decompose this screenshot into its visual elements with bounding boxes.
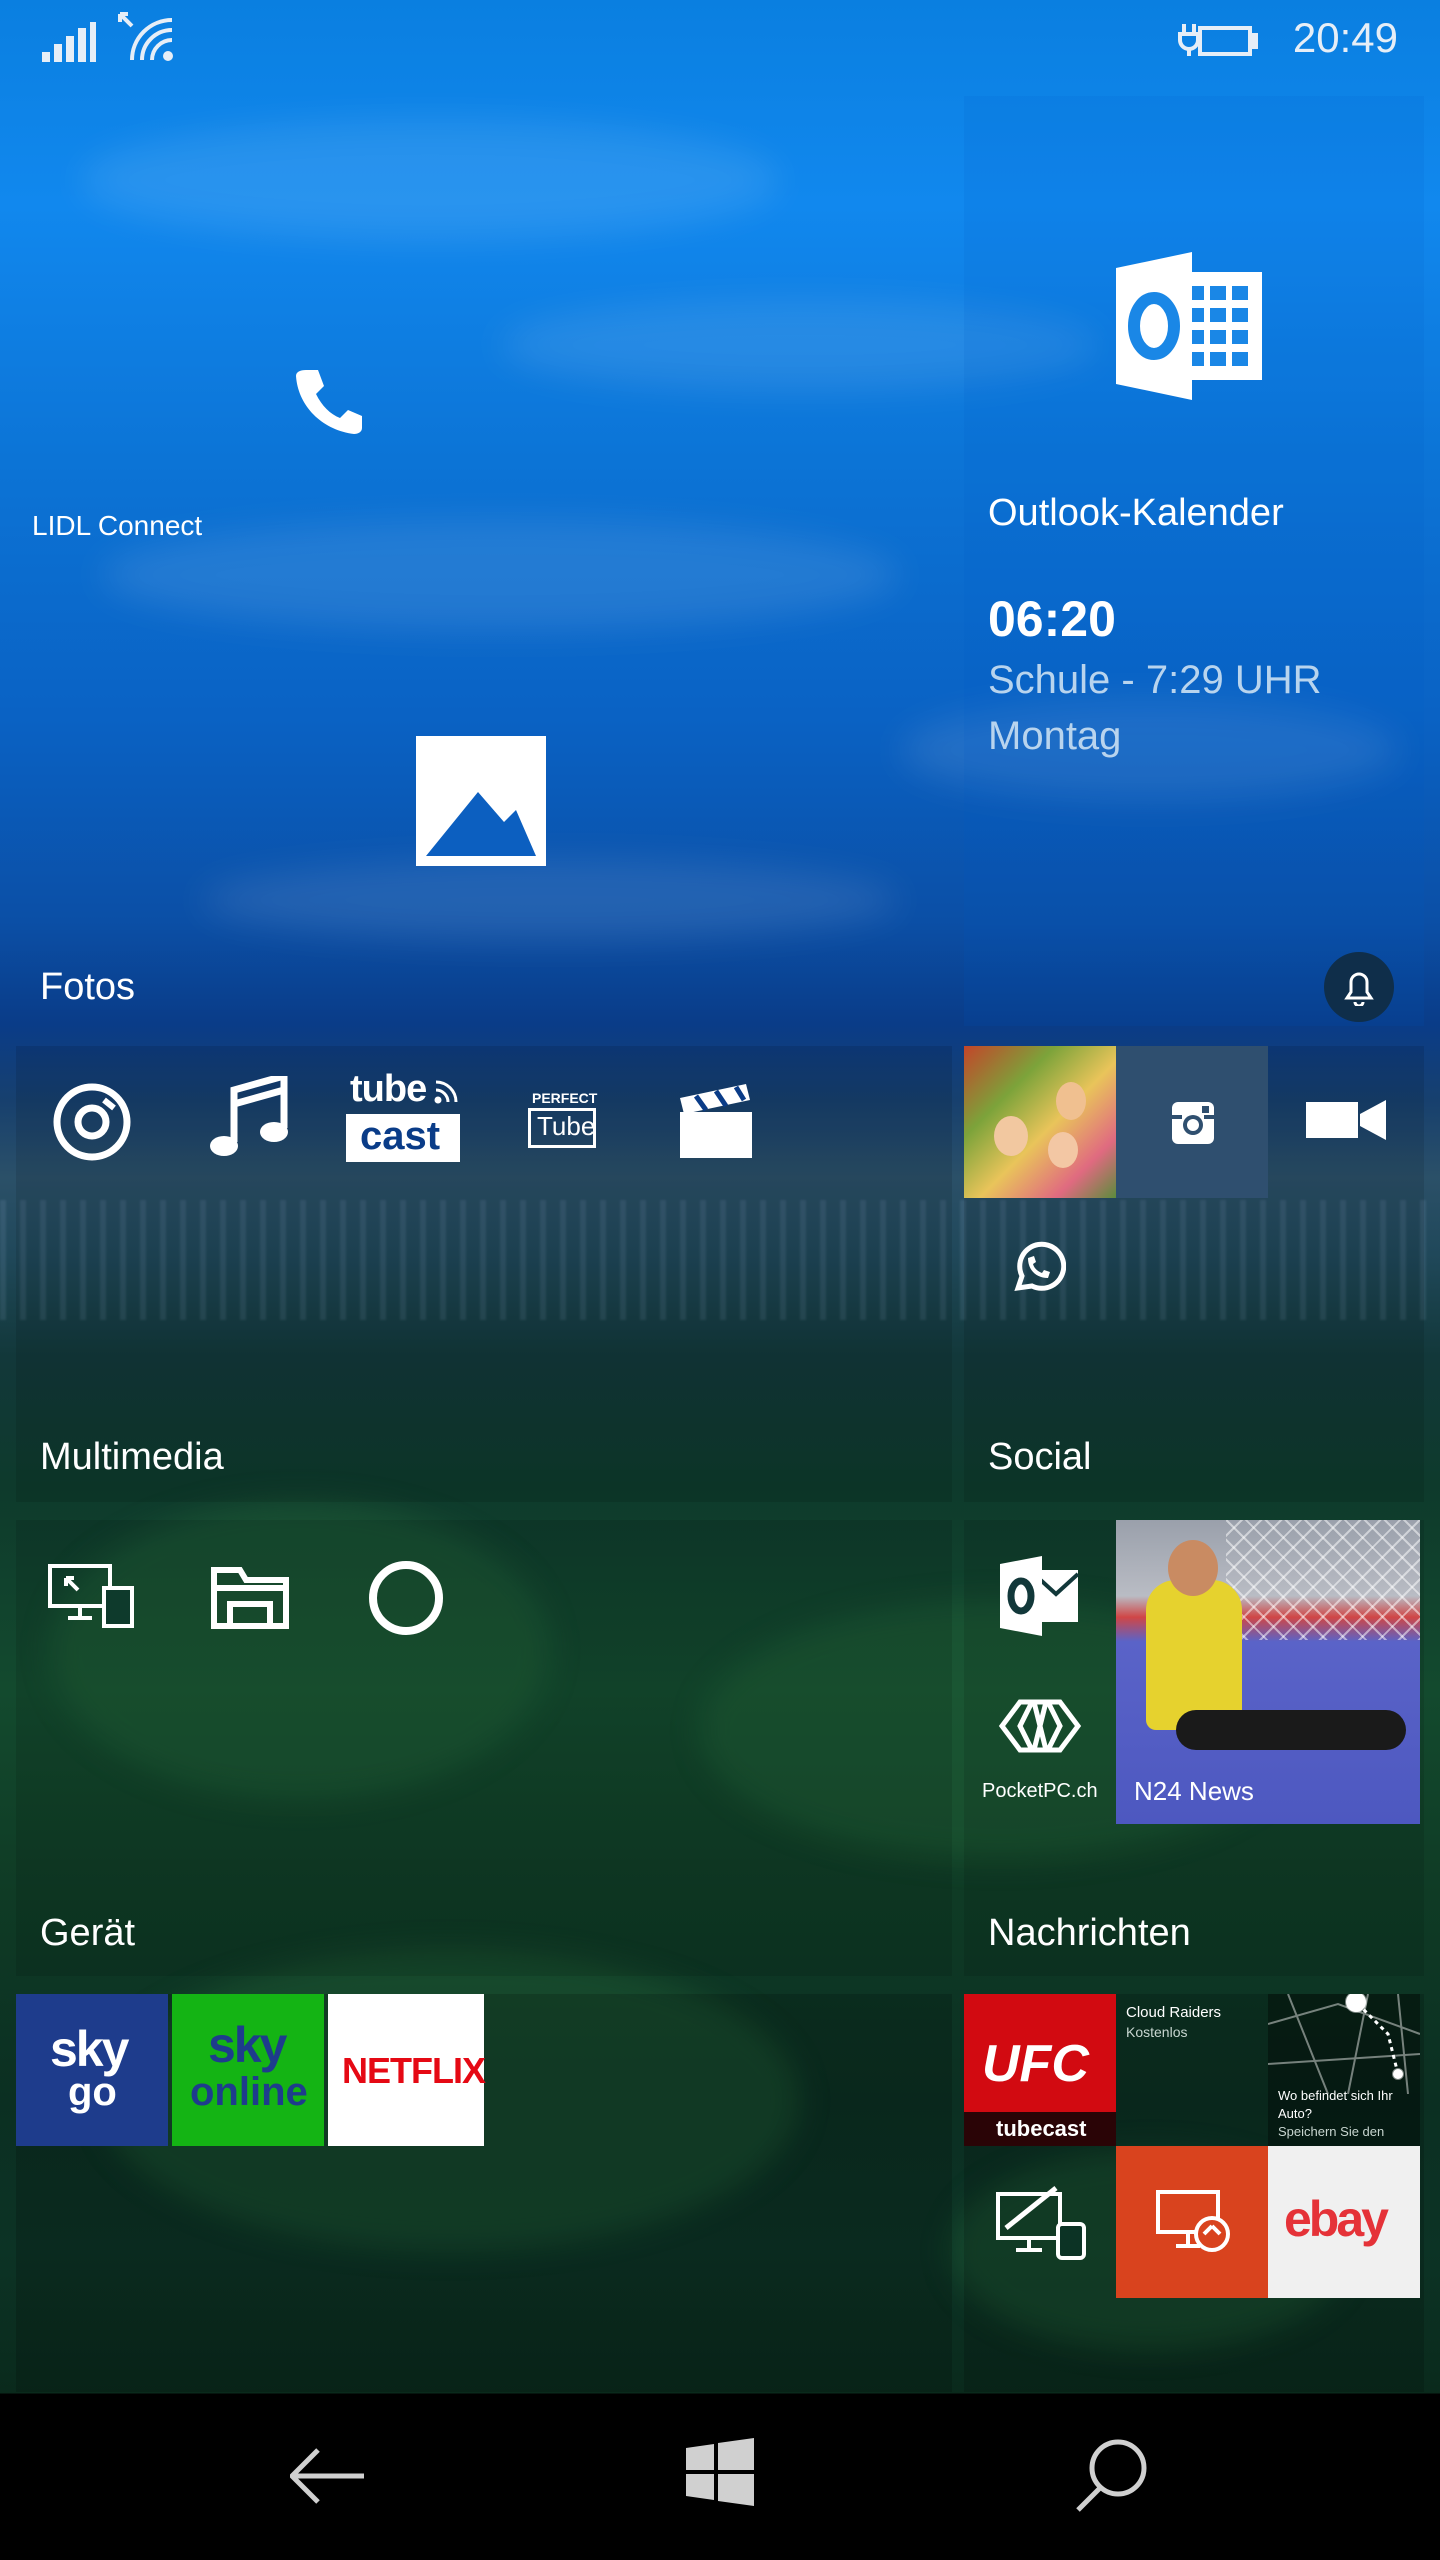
video-camera-icon	[1306, 1098, 1386, 1142]
outlook-logo-icon	[1116, 252, 1268, 400]
geraet-group: Gerät	[16, 1520, 952, 1976]
ufc-tubecast-label: tubecast	[996, 2116, 1087, 2141]
lidl-connect-tile[interactable]: LIDL Connect	[16, 96, 952, 556]
cloud-raiders-tile[interactable]: Cloud Raiders Kostenlos	[1116, 1994, 1268, 2146]
n24-news-tile[interactable]: N24 News	[1116, 1520, 1420, 1824]
sky-go-tile[interactable]: sky go	[16, 1994, 168, 2146]
search-icon[interactable]	[1074, 2438, 1148, 2514]
social-label: Social	[988, 1436, 1092, 1478]
sky-online-line1: sky	[208, 2017, 287, 2073]
perfect-tube-tile[interactable]: PERFECT Tube	[484, 1046, 636, 1198]
cortana-tile[interactable]	[328, 1520, 480, 1672]
groove-disc-icon	[52, 1082, 132, 1162]
groove-music-tile[interactable]	[16, 1046, 168, 1198]
outlook-calendar-label: Outlook-Kalender	[988, 492, 1284, 534]
outlook-mail-icon	[1000, 1556, 1080, 1636]
map-roads-icon	[1268, 1994, 1420, 2094]
photo-face-2	[1056, 1082, 1086, 1120]
tubecast-tile[interactable]: tube cast	[328, 1046, 480, 1198]
netflix-tile[interactable]: NETFLIX	[328, 1994, 486, 2146]
perfect-tube-line1: PERFECT	[532, 1090, 598, 1106]
cloud-raiders-title: Cloud Raiders	[1126, 2004, 1222, 2021]
ufc-logo: UFC	[982, 2035, 1089, 2093]
sky-online-line2: online	[190, 2070, 308, 2114]
sky-online-tile[interactable]: sky online	[172, 1994, 324, 2146]
devices-icon	[48, 1564, 136, 1628]
remote-desktop-icon	[1156, 2190, 1232, 2254]
pocketpc-logo-icon	[998, 1696, 1082, 1756]
pocketpc-tile[interactable]: PocketPC.ch	[964, 1672, 1116, 1824]
wireless-display-tile[interactable]	[964, 2146, 1116, 2298]
video-call-tile[interactable]	[1268, 1046, 1420, 1198]
pocketpc-label: PocketPC.ch	[982, 1780, 1098, 1802]
continuum-tile[interactable]	[16, 1520, 168, 1672]
tubecast-line1: tube	[350, 1068, 427, 1110]
fotos-label: Fotos	[40, 966, 136, 1008]
folder-icon	[210, 1562, 290, 1630]
signal-strength-icon	[42, 22, 96, 62]
navigation-bar	[0, 2394, 1440, 2560]
ebay-label: ebay	[1284, 2191, 1389, 2247]
facebook-photo-tile[interactable]	[964, 1046, 1116, 1198]
nachrichten-group: PocketPC.ch N24 News Nachrichten	[964, 1520, 1424, 1976]
goal-net	[1226, 1520, 1420, 1640]
wifi-icon	[116, 10, 176, 62]
instagram-tile[interactable]	[1116, 1046, 1268, 1198]
maps-line2: Auto?	[1278, 2106, 1312, 2121]
rss-icon	[434, 1080, 458, 1104]
battery-charging-icon	[1178, 18, 1258, 62]
fotos-tile[interactable]: Fotos	[16, 560, 952, 1026]
maps-line3: Speichern Sie den	[1278, 2124, 1385, 2139]
geraet-label: Gerät	[40, 1912, 136, 1954]
file-explorer-tile[interactable]	[172, 1520, 324, 1672]
social-group: Social	[964, 1046, 1424, 1502]
whatsapp-icon	[1010, 1240, 1066, 1296]
perfect-tube-line2: Tube	[537, 1111, 596, 1141]
remote-desktop-tile[interactable]	[1116, 2146, 1268, 2298]
music-note-icon	[208, 1076, 288, 1162]
clapperboard-icon	[680, 1084, 752, 1158]
sky-go-line2: go	[68, 2070, 117, 2114]
ufc-tubecast-tile[interactable]: UFC tubecast	[964, 1994, 1116, 2146]
multimedia-label: Multimedia	[40, 1436, 224, 1478]
calendar-event-title: Schule - 7:29 UHR	[988, 658, 1322, 702]
outlook-mail-tile[interactable]	[964, 1520, 1116, 1672]
movies-tv-tile[interactable]	[640, 1046, 792, 1198]
instagram-camera-icon	[1172, 1102, 1214, 1144]
whatsapp-tile[interactable]	[964, 1198, 1116, 1350]
back-arrow-icon[interactable]	[290, 2446, 366, 2506]
calendar-event-time: 06:20	[988, 591, 1116, 647]
status-bar: 20:49	[0, 0, 1440, 80]
calendar-event-day: Montag	[988, 714, 1122, 758]
windows-start-icon[interactable]	[686, 2438, 754, 2506]
tubecast-logo: tube cast	[346, 1068, 460, 1164]
clock-time: 20:49	[1292, 14, 1398, 61]
phone-icon	[292, 364, 364, 436]
connect-display-icon	[996, 2184, 1088, 2260]
goalkeeper-body	[1146, 1580, 1242, 1730]
ebay-tile[interactable]: ebay	[1268, 2146, 1420, 2298]
cortana-circle-icon	[368, 1560, 444, 1636]
photo-face-1	[994, 1116, 1028, 1156]
photos-icon	[416, 736, 546, 866]
apps-group: UFC tubecast Cloud Raiders Kostenlos Wo …	[964, 1994, 1424, 2392]
goalkeeper-legs	[1176, 1710, 1406, 1750]
maps-line1: Wo befindet sich Ihr	[1278, 2088, 1393, 2103]
bell-icon	[1343, 968, 1375, 1006]
photo-face-3	[1048, 1132, 1078, 1168]
lidl-connect-label: LIDL Connect	[32, 510, 203, 541]
entertainment-group: sky go sky online NETFLIX	[16, 1994, 952, 2392]
goalkeeper-head	[1168, 1540, 1218, 1596]
multimedia-group: tube cast PERFECT Tube Multimedia	[16, 1046, 952, 1502]
outlook-calendar-tile[interactable]: Outlook-Kalender 06:20 Schule - 7:29 UHR…	[964, 96, 1424, 1026]
nachrichten-label: Nachrichten	[988, 1912, 1191, 1954]
music-tile[interactable]	[172, 1046, 324, 1198]
tubecast-line2: cast	[360, 1114, 441, 1158]
netflix-label: NETFLIX	[342, 2050, 486, 2091]
maps-tile[interactable]: Wo befindet sich Ihr Auto? Speichern Sie…	[1268, 1994, 1420, 2146]
n24-news-label: N24 News	[1134, 1776, 1254, 1806]
notification-bell-button[interactable]	[1324, 952, 1394, 1022]
cloud-raiders-subtitle: Kostenlos	[1126, 2024, 1188, 2040]
